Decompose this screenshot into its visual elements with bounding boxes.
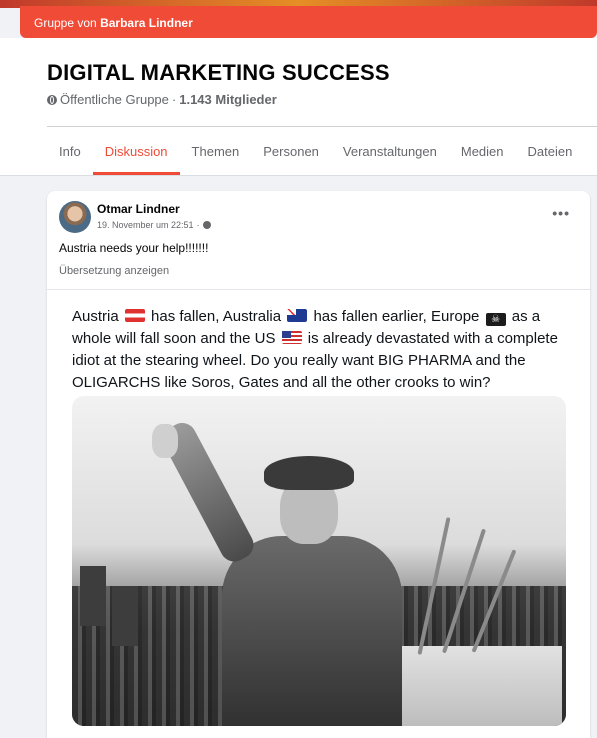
meme-text: Austria has fallen, Australia has fallen… bbox=[72, 306, 572, 394]
group-privacy: Öffentliche Gruppe bbox=[60, 92, 169, 107]
globe-icon bbox=[202, 221, 211, 229]
meme-text-1: Austria bbox=[72, 308, 119, 325]
flag-australia-icon bbox=[287, 309, 308, 322]
avatar[interactable] bbox=[59, 201, 91, 233]
group-meta: Öffentliche Gruppe · 1.143 Mitglieder bbox=[47, 92, 277, 107]
flag-pirate-icon: ☠ bbox=[485, 313, 506, 326]
tab-themen[interactable]: Themen bbox=[180, 127, 252, 175]
photo-figure-cap bbox=[264, 456, 354, 490]
flag-austria-icon bbox=[124, 309, 145, 322]
group-title[interactable]: DIGITAL MARKETING SUCCESS bbox=[47, 60, 390, 86]
tab-dateien[interactable]: Dateien bbox=[516, 127, 585, 175]
flag-us-icon bbox=[281, 331, 302, 344]
group-owner-name[interactable]: Barbara Lindner bbox=[100, 16, 193, 30]
post-text: Austria needs your help!!!!!!! bbox=[59, 241, 209, 255]
photo-banner bbox=[112, 586, 138, 646]
more-options-icon[interactable]: ••• bbox=[552, 205, 570, 221]
tab-medien[interactable]: Medien bbox=[449, 127, 516, 175]
photo-figure-body bbox=[222, 536, 402, 726]
group-header: DIGITAL MARKETING SUCCESS Öffentliche Gr… bbox=[0, 38, 597, 176]
translate-link[interactable]: Übersetzung anzeigen bbox=[59, 265, 169, 277]
group-tabs: Info Diskussion Themen Personen Veransta… bbox=[47, 127, 584, 175]
tab-veranstaltungen[interactable]: Veranstaltungen bbox=[331, 127, 449, 175]
post-timestamp: 19. November um 22:51 · bbox=[97, 220, 211, 230]
meme-text-2: has fallen, Australia bbox=[151, 308, 282, 325]
tab-info[interactable]: Info bbox=[47, 127, 93, 175]
post-author[interactable]: Otmar Lindner bbox=[97, 202, 180, 216]
group-owner-prefix: Gruppe von bbox=[34, 16, 97, 30]
post-time-text[interactable]: 19. November um 22:51 bbox=[97, 220, 194, 230]
photo-banner bbox=[80, 566, 106, 626]
meme-photo bbox=[72, 396, 566, 726]
photo-figure-hand bbox=[152, 424, 178, 458]
feed-post: Otmar Lindner 19. November um 22:51 · ••… bbox=[47, 191, 590, 738]
meme-text-3: has fallen earlier, Europe bbox=[313, 308, 480, 325]
meta-separator: · bbox=[171, 92, 177, 107]
tab-diskussion[interactable]: Diskussion bbox=[92, 127, 180, 175]
globe-icon bbox=[47, 94, 57, 105]
tab-personen[interactable]: Personen bbox=[251, 127, 331, 175]
group-owner-bar[interactable]: Gruppe von Barbara Lindner bbox=[20, 6, 597, 38]
time-separator: · bbox=[196, 220, 200, 230]
post-image[interactable]: Austria has fallen, Australia has fallen… bbox=[47, 289, 590, 738]
group-members[interactable]: 1.143 Mitglieder bbox=[179, 92, 277, 107]
